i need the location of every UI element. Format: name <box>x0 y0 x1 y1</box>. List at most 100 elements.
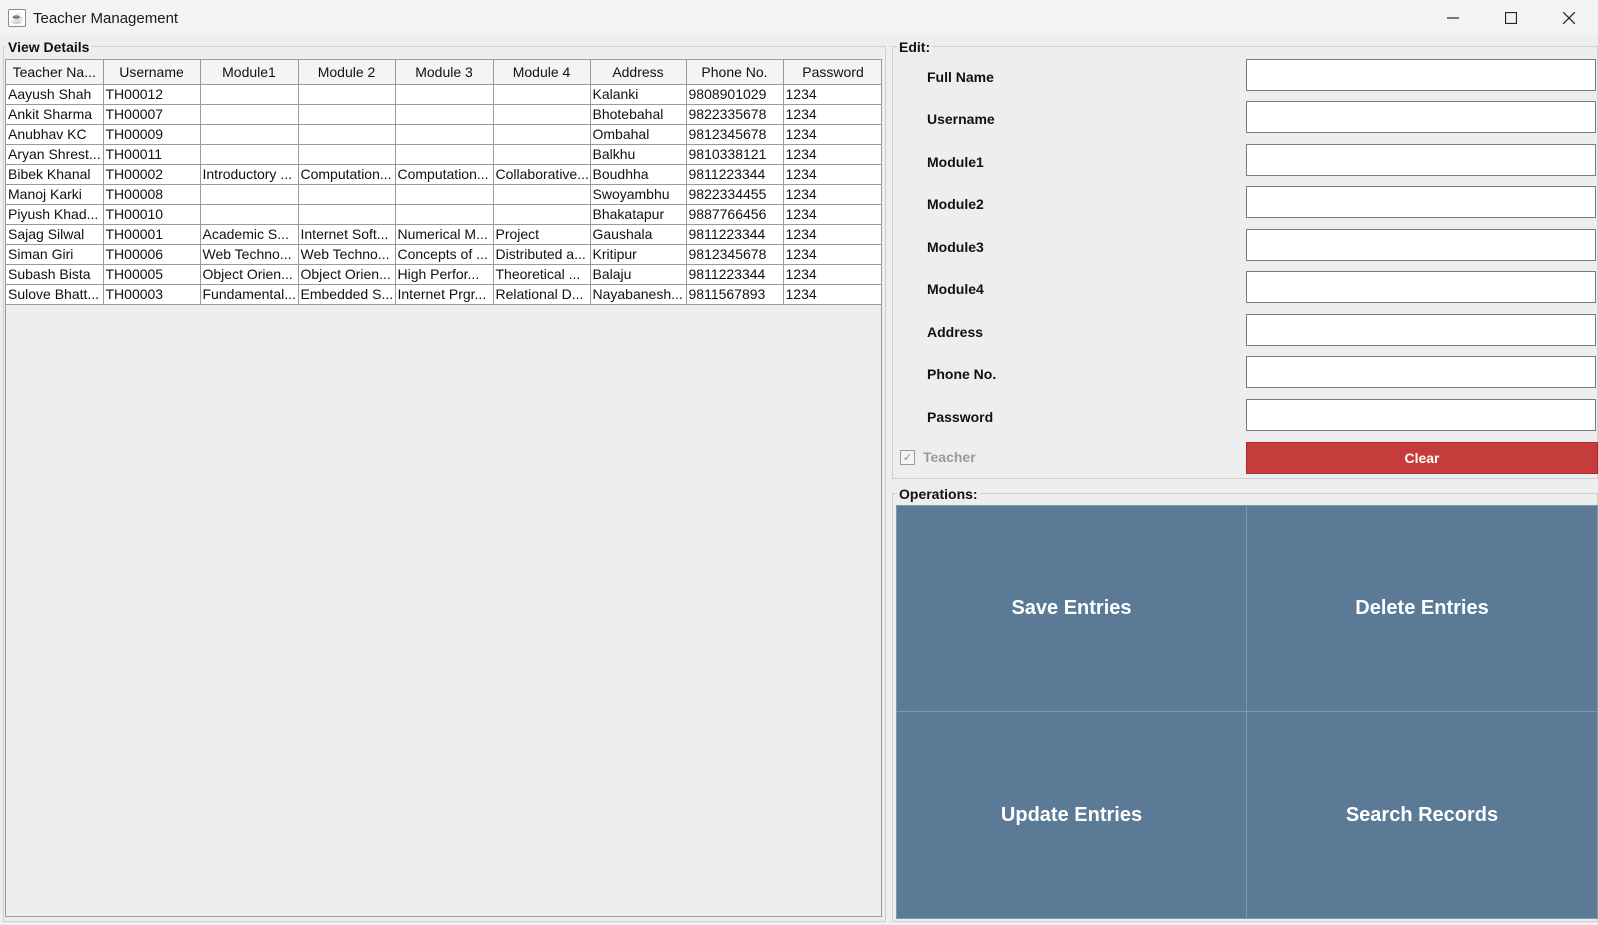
table-cell[interactable]: 1234 <box>783 264 881 285</box>
close-icon[interactable] <box>1540 0 1598 36</box>
module4-field[interactable] <box>1246 271 1596 303</box>
table-row[interactable]: Bibek Khanal TH00002 Introductory ... Compu… <box>6 164 881 185</box>
module3-field[interactable] <box>1246 229 1596 261</box>
full-name-field[interactable] <box>1246 59 1596 91</box>
table-cell[interactable] <box>493 84 591 105</box>
table-cell[interactable]: Balaju <box>590 264 687 285</box>
table-cell[interactable]: TH00005 <box>103 264 201 285</box>
table-cell[interactable]: Fundamental... <box>200 284 299 305</box>
table-cell[interactable]: 1234 <box>783 224 881 245</box>
table-cell[interactable]: TH00008 <box>103 184 201 205</box>
table-cell[interactable] <box>395 84 494 105</box>
table-cell[interactable] <box>395 184 494 205</box>
table-cell[interactable]: High Perfor... <box>395 264 494 285</box>
table-row[interactable]: Sulove Bhatt... TH00003 Fundamental... Embe… <box>6 284 881 305</box>
password-field[interactable] <box>1246 399 1596 431</box>
module2-field[interactable] <box>1246 186 1596 218</box>
table-row[interactable]: Anubhav KC TH00009 Ombahal 9812345678 1234 <box>6 124 881 145</box>
table-cell[interactable]: 9811223344 <box>686 164 784 185</box>
column-header[interactable]: Module 4 <box>493 60 591 85</box>
teacher-checkbox-row[interactable]: ✓ Teacher <box>900 449 976 465</box>
table-cell[interactable] <box>200 84 299 105</box>
table-cell[interactable]: 9887766456 <box>686 204 784 225</box>
table-cell[interactable]: Sajag Silwal <box>6 224 104 245</box>
table-cell[interactable]: TH00011 <box>103 144 201 165</box>
phone-no-field[interactable] <box>1246 356 1596 388</box>
table-cell[interactable]: TH00003 <box>103 284 201 305</box>
table-row[interactable]: Siman Giri TH00006 Web Techno... Web Techno… <box>6 244 881 265</box>
table-cell[interactable]: Ombahal <box>590 124 687 145</box>
table-cell[interactable]: 9810338121 <box>686 144 784 165</box>
table-cell[interactable] <box>395 124 494 145</box>
column-header[interactable]: Address <box>590 60 687 85</box>
table-cell[interactable]: Sulove Bhatt... <box>6 284 104 305</box>
table-cell[interactable]: 9811567893 <box>686 284 784 305</box>
teacher-table[interactable]: Teacher Na... Username Module1 Module 2 Modu… <box>5 59 882 917</box>
table-cell[interactable]: 1234 <box>783 84 881 105</box>
table-cell[interactable]: 1234 <box>783 204 881 225</box>
table-cell[interactable]: Kritipur <box>590 244 687 265</box>
table-cell[interactable]: Swoyambhu <box>590 184 687 205</box>
table-cell[interactable] <box>298 204 396 225</box>
table-cell[interactable] <box>200 204 299 225</box>
table-cell[interactable]: TH00012 <box>103 84 201 105</box>
table-cell[interactable]: Anubhav KC <box>6 124 104 145</box>
table-cell[interactable]: 9812345678 <box>686 244 784 265</box>
table-row[interactable]: Piyush Khad... TH00010 Bhakatapur 988776645… <box>6 204 881 225</box>
save-entries-button[interactable]: Save Entries <box>896 505 1247 712</box>
column-header[interactable]: Phone No. <box>686 60 784 85</box>
table-cell[interactable]: Kalanki <box>590 84 687 105</box>
table-row[interactable]: Subash Bista TH00005 Object Orien... Object… <box>6 264 881 285</box>
table-cell[interactable] <box>298 124 396 145</box>
column-header[interactable]: Teacher Na... <box>6 60 104 85</box>
table-cell[interactable]: Project <box>493 224 591 245</box>
table-cell[interactable]: 9812345678 <box>686 124 784 145</box>
table-cell[interactable]: Siman Giri <box>6 244 104 265</box>
table-cell[interactable]: Computation... <box>395 164 494 185</box>
module1-field[interactable] <box>1246 144 1596 176</box>
table-cell[interactable] <box>200 184 299 205</box>
table-cell[interactable]: Web Techno... <box>298 244 396 265</box>
table-cell[interactable]: Nayabanesh... <box>590 284 687 305</box>
column-header[interactable]: Username <box>103 60 201 85</box>
table-cell[interactable]: Subash Bista <box>6 264 104 285</box>
table-cell[interactable]: Aayush Shah <box>6 84 104 105</box>
table-cell[interactable]: Relational D... <box>493 284 591 305</box>
table-row[interactable]: Aryan Shrest... TH00011 Balkhu 9810338121 12… <box>6 144 881 165</box>
table-cell[interactable]: TH00001 <box>103 224 201 245</box>
table-cell[interactable]: Boudhha <box>590 164 687 185</box>
minimize-icon[interactable] <box>1424 0 1482 36</box>
table-cell[interactable] <box>493 144 591 165</box>
table-row[interactable]: Ankit Sharma TH00007 Bhotebahal 9822335678 1… <box>6 104 881 125</box>
table-cell[interactable]: Collaborative... <box>493 164 591 185</box>
delete-entries-button[interactable]: Delete Entries <box>1246 505 1598 712</box>
column-header[interactable]: Module 3 <box>395 60 494 85</box>
table-cell[interactable] <box>200 104 299 125</box>
table-cell[interactable] <box>395 104 494 125</box>
address-field[interactable] <box>1246 314 1596 346</box>
table-cell[interactable]: Web Techno... <box>200 244 299 265</box>
table-cell[interactable]: Internet Prgr... <box>395 284 494 305</box>
column-header[interactable]: Module 2 <box>298 60 396 85</box>
table-cell[interactable]: Ankit Sharma <box>6 104 104 125</box>
table-cell[interactable]: 1234 <box>783 284 881 305</box>
table-cell[interactable]: Bibek Khanal <box>6 164 104 185</box>
table-row[interactable]: Sajag Silwal TH00001 Academic S... Internet… <box>6 224 881 245</box>
table-cell[interactable]: Manoj Karki <box>6 184 104 205</box>
table-cell[interactable]: 9808901029 <box>686 84 784 105</box>
table-cell[interactable]: TH00007 <box>103 104 201 125</box>
table-cell[interactable] <box>298 104 396 125</box>
maximize-icon[interactable] <box>1482 0 1540 36</box>
table-cell[interactable]: 9811223344 <box>686 264 784 285</box>
table-cell[interactable] <box>493 104 591 125</box>
table-cell[interactable]: Piyush Khad... <box>6 204 104 225</box>
table-cell[interactable]: Bhotebahal <box>590 104 687 125</box>
table-cell[interactable]: Gaushala <box>590 224 687 245</box>
column-header[interactable]: Module1 <box>200 60 299 85</box>
table-cell[interactable]: Computation... <box>298 164 396 185</box>
table-cell[interactable]: 1234 <box>783 184 881 205</box>
table-cell[interactable]: 9811223344 <box>686 224 784 245</box>
table-cell[interactable]: Distributed a... <box>493 244 591 265</box>
table-cell[interactable]: Academic S... <box>200 224 299 245</box>
table-cell[interactable] <box>395 144 494 165</box>
